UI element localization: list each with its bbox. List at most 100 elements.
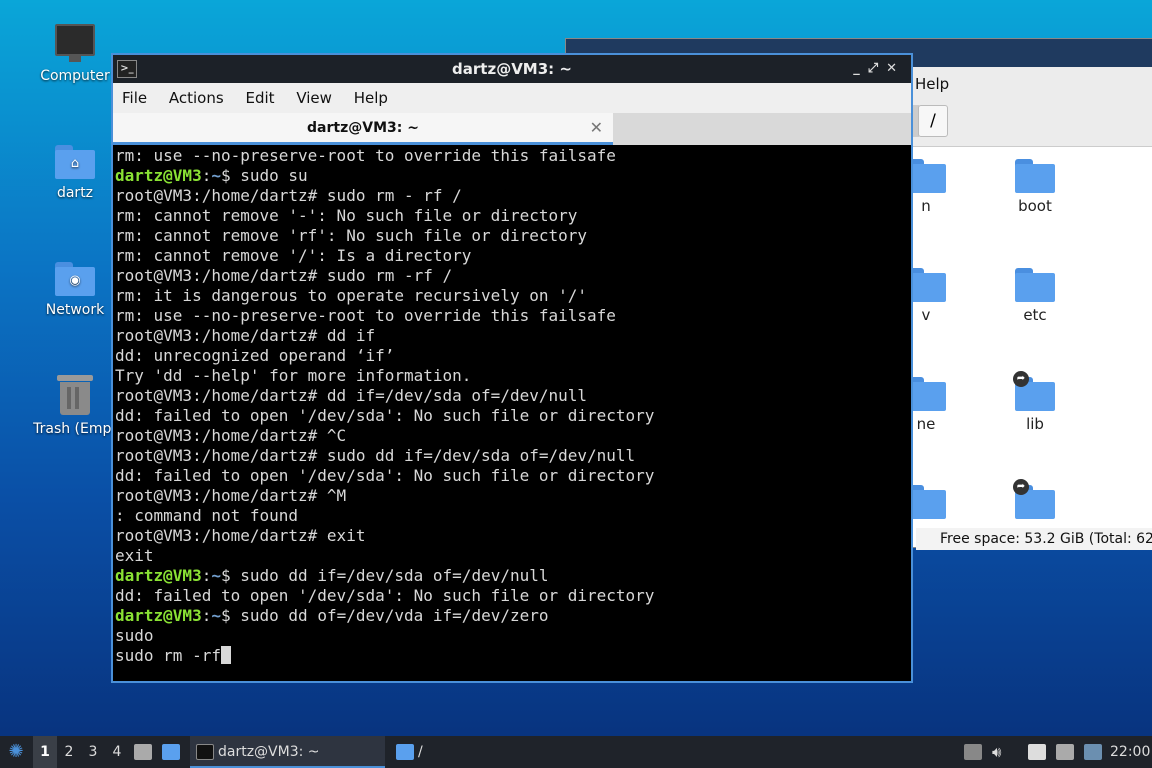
command-text: $ sudo dd of=/dev/vda if=/dev/zero (220, 606, 549, 625)
menu-actions[interactable]: Actions (169, 89, 224, 107)
current-input: sudo rm -rf (115, 646, 221, 665)
terminal-line: root@VM3:/home/dartz# ^M (115, 486, 347, 505)
prompt-path: ~ (211, 606, 221, 625)
workspace-4[interactable]: 4 (105, 736, 129, 768)
desktop-icon-label: Trash (Empt (33, 421, 117, 437)
terminal-tabbar: dartz@VM3: ~ ✕ (113, 113, 911, 145)
prompt-line: dartz@VM3:~$ sudo dd of=/dev/vda if=/dev… (115, 606, 549, 625)
clock[interactable]: 22:00 (1110, 736, 1150, 768)
symlink-folder-icon: ➦ (1013, 371, 1055, 411)
window-title: dartz@VM3: ~ (452, 60, 572, 78)
prompt-path: ~ (211, 566, 221, 585)
clipboard-icon[interactable] (1028, 744, 1046, 760)
terminal-window[interactable]: >_ dartz@VM3: ~ _⤢✕ File Actions Edit Vi… (111, 53, 913, 683)
terminal-line: : command not found (115, 506, 299, 525)
file-label: lib (1026, 415, 1044, 433)
file-label: etc (1023, 306, 1047, 324)
terminal-line: root@VM3:/home/dartz# dd if (115, 326, 376, 345)
terminal-line: rm: cannot remove '-': No such file or d… (115, 206, 578, 225)
taskbar: ✺ 1 2 3 4 dartz@VM3: ~ / 🔊︎ 22:00 (0, 736, 1152, 768)
terminal-line: root@VM3:/home/dartz# sudo rm - rf / (115, 186, 462, 205)
terminal-line: root@VM3:/home/dartz# dd if=/dev/sda of=… (115, 386, 588, 405)
terminal-line: rm: use --no-preserve-root to override t… (115, 306, 616, 325)
desktop-icon-label: Network (45, 302, 105, 318)
desktop-icon-trash[interactable]: Trash (Empt (25, 375, 125, 437)
task-label: / (418, 744, 423, 760)
menu-view[interactable]: View (296, 89, 332, 107)
file-item-boot[interactable]: boot (985, 159, 1085, 215)
task-terminal[interactable]: dartz@VM3: ~ (190, 736, 385, 768)
close-tab-icon[interactable]: ✕ (590, 113, 603, 143)
show-desktop-button[interactable] (134, 736, 154, 768)
terminal-line: Try 'dd --help' for more information. (115, 366, 472, 385)
command-text: $ sudo su (220, 166, 308, 185)
app-menu-button[interactable]: ✺ (4, 736, 28, 768)
terminal-line: rm: cannot remove '/': Is a directory (115, 246, 472, 265)
symlink-folder-icon: ➦ (1013, 479, 1055, 519)
terminal-output[interactable]: rm: use --no-preserve-root to override t… (113, 145, 911, 681)
file-manager-launcher[interactable] (162, 736, 184, 768)
workspace-1[interactable]: 1 (33, 736, 57, 768)
folder-icon (162, 744, 180, 760)
terminal-app-icon: >_ (117, 60, 137, 78)
desktop-icon-label: dartz (56, 185, 94, 201)
trash-icon (57, 375, 93, 415)
workspace-3[interactable]: 3 (81, 736, 105, 768)
terminal-line: root@VM3:/home/dartz# sudo rm -rf / (115, 266, 453, 285)
terminal-icon (196, 744, 214, 760)
terminal-titlebar[interactable]: >_ dartz@VM3: ~ _⤢✕ (113, 55, 911, 83)
path-root-button[interactable]: / (918, 105, 948, 137)
notification-icon[interactable] (1084, 744, 1102, 760)
menu-file[interactable]: File (122, 89, 147, 107)
file-item-lib[interactable]: ➦ lib (985, 371, 1085, 433)
terminal-tab[interactable]: dartz@VM3: ~ ✕ (113, 113, 613, 145)
terminal-line: exit (115, 546, 154, 565)
input-line: sudo rm -rf (115, 646, 909, 666)
terminal-line: rm: it is dangerous to operate recursive… (115, 286, 588, 305)
computer-icon (55, 24, 95, 62)
user-host: dartz@VM3 (115, 606, 202, 625)
file-manager-statusbar: Free space: 53.2 GiB (Total: 62.7 (916, 528, 1152, 550)
minimize-icon[interactable]: _ (853, 61, 868, 76)
menu-edit[interactable]: Edit (245, 89, 274, 107)
task-file-manager[interactable]: / (392, 736, 562, 768)
folder-icon (396, 744, 414, 760)
desktop-icon-network[interactable]: ◉ Network (25, 262, 125, 318)
home-folder-icon: ⌂ (55, 145, 95, 179)
network-icon[interactable] (1056, 744, 1074, 760)
prompt-line: dartz@VM3:~$ sudo su (115, 166, 308, 185)
file-item-etc[interactable]: etc (985, 268, 1085, 324)
terminal-line: root@VM3:/home/dartz# sudo dd if=/dev/sd… (115, 446, 636, 465)
text-cursor (220, 646, 231, 664)
user-host: dartz@VM3 (115, 566, 202, 585)
desktop-icon-computer[interactable]: Computer (25, 24, 125, 84)
prompt-path: ~ (211, 166, 221, 185)
menu-help[interactable]: Help (915, 75, 949, 93)
terminal-line: dd: failed to open '/dev/sda': No such f… (115, 466, 655, 485)
folder-icon (1015, 268, 1055, 302)
network-folder-icon: ◉ (55, 262, 95, 296)
desktop-icon-label: Computer (40, 68, 110, 84)
tab-title: dartz@VM3: ~ (307, 120, 419, 136)
show-desktop-icon (134, 744, 152, 760)
terminal-line: root@VM3:/home/dartz# ^C (115, 426, 347, 445)
terminal-line: dd: unrecognized operand ‘if’ (115, 346, 395, 365)
eject-icon[interactable] (964, 744, 982, 760)
task-label: dartz@VM3: ~ (218, 744, 320, 760)
file-label: boot (1018, 197, 1052, 215)
terminal-line: rm: cannot remove 'rf': No such file or … (115, 226, 588, 245)
terminal-line: root@VM3:/home/dartz# exit (115, 526, 366, 545)
user-host: dartz@VM3 (115, 166, 202, 185)
terminal-line: rm: use --no-preserve-root to override t… (115, 146, 616, 165)
terminal-menubar: File Actions Edit View Help (113, 83, 911, 113)
volume-icon[interactable]: 🔊︎ (992, 744, 1010, 760)
symlink-folder-item[interactable]: ➦ (985, 479, 1085, 523)
maximize-icon[interactable]: ⤢ (868, 61, 886, 76)
workspace-2[interactable]: 2 (57, 736, 81, 768)
close-icon[interactable]: ✕ (886, 61, 905, 76)
menu-help[interactable]: Help (354, 89, 388, 107)
command-text: $ sudo dd if=/dev/sda of=/dev/null (220, 566, 549, 585)
folder-icon (1015, 159, 1055, 193)
desktop-icon-home[interactable]: ⌂ dartz (25, 145, 125, 201)
terminal-line: dd: failed to open '/dev/sda': No such f… (115, 406, 655, 425)
